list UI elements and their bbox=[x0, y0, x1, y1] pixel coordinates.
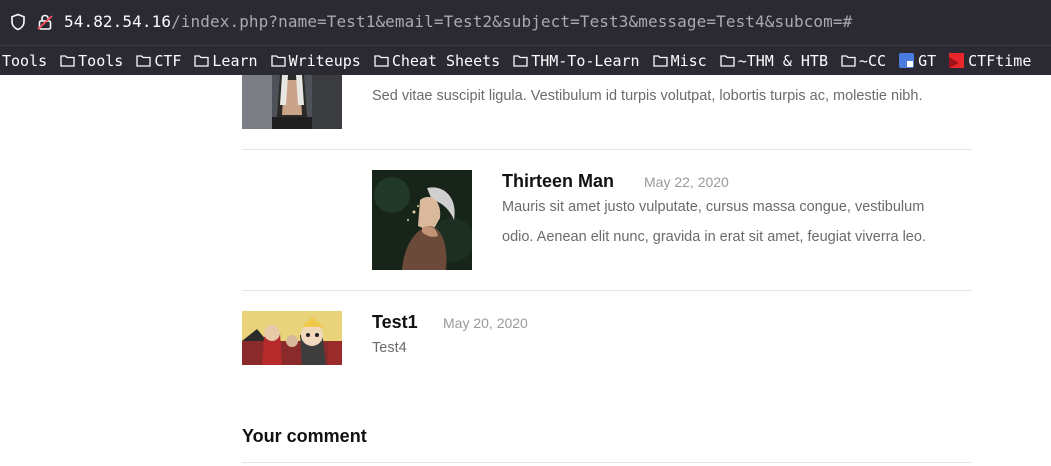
bookmark-folder-thm-htb[interactable]: ~THM & HTB bbox=[720, 52, 828, 70]
bookmark-label: Tools bbox=[2, 51, 48, 70]
folder-icon bbox=[513, 55, 528, 67]
insecure-lock-icon[interactable] bbox=[36, 13, 54, 31]
bookmark-folder-writeups[interactable]: Writeups bbox=[270, 51, 361, 70]
bookmark-tools-partial[interactable]: Tools bbox=[2, 52, 47, 70]
url-host: 54.82.54.16 bbox=[64, 12, 172, 31]
bookmark-label: Misc bbox=[670, 51, 707, 70]
comment-date: May 20, 2020 bbox=[443, 315, 528, 331]
bookmark-label: Cheat Sheets bbox=[391, 51, 501, 70]
address-field[interactable]: 54.82.54.16/index.php?name=Test1&email=T… bbox=[64, 12, 852, 31]
comment-form-heading: Your comment bbox=[242, 426, 367, 446]
comment-text: Mauris sit amet justo vulputate, cursus … bbox=[502, 199, 926, 245]
bookmark-folder-learn[interactable]: Learn bbox=[194, 51, 258, 70]
bookmark-label: CTF bbox=[154, 51, 182, 70]
bookmark-folder-cc[interactable]: ~CC bbox=[841, 52, 886, 70]
ctftime-icon bbox=[949, 53, 965, 68]
translate-icon bbox=[899, 53, 915, 68]
bookmark-label: GT bbox=[918, 51, 937, 70]
bookmark-gt[interactable]: GT bbox=[899, 52, 936, 70]
bookmark-label: Writeups bbox=[288, 51, 361, 70]
bookmark-label: ~CC bbox=[859, 51, 887, 70]
comment-avatar-image bbox=[372, 170, 472, 270]
bookmark-label: ~THM & HTB bbox=[737, 51, 828, 70]
folder-icon bbox=[60, 55, 75, 67]
bookmark-folder-misc[interactable]: Misc bbox=[652, 51, 707, 70]
folder-icon bbox=[136, 55, 151, 67]
shield-icon[interactable] bbox=[9, 13, 27, 31]
comment-divider bbox=[242, 149, 972, 150]
comment-date: May 22, 2020 bbox=[644, 174, 729, 190]
folder-icon bbox=[194, 55, 210, 67]
url-path: /index.php?name=Test1&email=Test2&subjec… bbox=[171, 12, 853, 31]
folder-icon bbox=[720, 55, 735, 67]
bookmark-label: Tools bbox=[78, 51, 124, 70]
bookmark-folder-thm-to-learn[interactable]: THM-To-Learn bbox=[513, 51, 640, 70]
comment-divider bbox=[242, 290, 972, 291]
folder-icon bbox=[652, 55, 668, 67]
bookmarks-toolbar: Tools Tools CTF Learn Writeups Cheat She… bbox=[0, 45, 1051, 75]
comment-author: Thirteen Man bbox=[502, 171, 615, 191]
bookmark-folder-ctf[interactable]: CTF bbox=[136, 52, 181, 70]
folder-icon bbox=[270, 55, 286, 67]
comment-author: Test1 bbox=[372, 312, 418, 332]
folder-icon bbox=[374, 55, 389, 67]
bookmark-label: Learn bbox=[212, 51, 258, 70]
comment-text: Test4 bbox=[372, 340, 407, 356]
folder-icon bbox=[841, 55, 856, 67]
comment-text: Sed vitae suscipit ligula. Vestibulum id… bbox=[372, 88, 923, 104]
form-divider bbox=[242, 462, 972, 463]
bookmark-label: CTFtime bbox=[968, 51, 1032, 70]
bookmark-folder-cheat-sheets[interactable]: Cheat Sheets bbox=[374, 52, 500, 70]
bookmark-label: THM-To-Learn bbox=[531, 51, 640, 70]
comment-avatar-image bbox=[242, 75, 342, 129]
bookmark-ctftime[interactable]: CTFtime bbox=[949, 52, 1031, 70]
url-bar[interactable]: 54.82.54.16/index.php?name=Test1&email=T… bbox=[0, 0, 1051, 45]
bookmark-folder-tools[interactable]: Tools bbox=[60, 52, 123, 70]
comment-avatar-image bbox=[242, 311, 342, 365]
